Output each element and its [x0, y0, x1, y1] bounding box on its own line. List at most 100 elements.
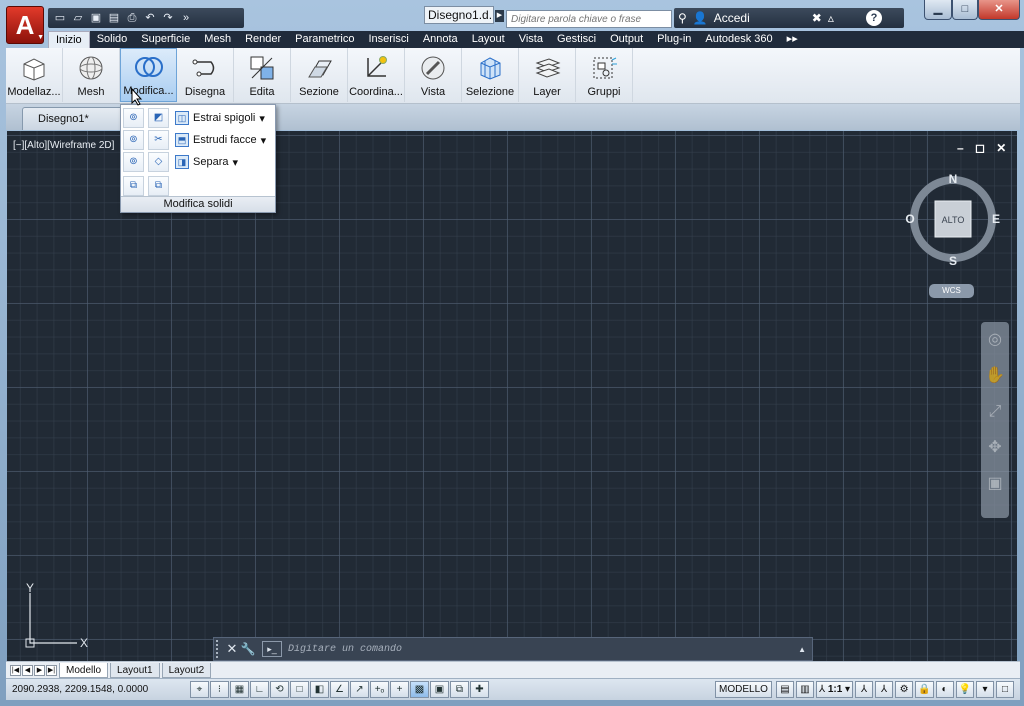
tab-vista[interactable]: Vista	[512, 31, 550, 48]
otrack-icon[interactable]: ∠	[330, 681, 349, 698]
tab-gestisci[interactable]: Gestisci	[550, 31, 603, 48]
tab-inserisci[interactable]: Inserisci	[361, 31, 415, 48]
quick-properties-icon[interactable]: ▣	[430, 681, 449, 698]
new-icon[interactable]: ▭	[52, 11, 68, 25]
exchange-icon[interactable]: ✖	[812, 11, 822, 25]
document-tab[interactable]: Disegno1*	[22, 107, 126, 130]
tab-layout2[interactable]: Layout2	[161, 662, 212, 678]
panel-disegna[interactable]: Disegna	[177, 48, 234, 102]
minimize-button[interactable]: ▁	[924, 0, 952, 20]
compass-east[interactable]: E	[992, 212, 1000, 226]
expand-search-icon[interactable]: ▶	[495, 10, 504, 22]
viewport-label[interactable]: [−][Alto][Wireframe 2D]	[13, 140, 114, 151]
interfere-button[interactable]: ⧉	[123, 176, 144, 196]
intersect-button[interactable]: ⊚	[123, 152, 144, 172]
panel-selezione[interactable]: Selezione	[462, 48, 519, 102]
last-layout-icon[interactable]: ▶|	[46, 664, 57, 676]
tab-inizio[interactable]: Inizio	[48, 31, 90, 48]
workspace-switch-icon[interactable]: ⚙	[895, 681, 914, 698]
saveas-icon[interactable]: ▤	[106, 11, 122, 25]
tab-output[interactable]: Output	[603, 31, 650, 48]
slice-button[interactable]: ✂	[148, 130, 169, 150]
grid-display-icon[interactable]: ▦	[230, 681, 249, 698]
save-icon[interactable]: ▣	[88, 11, 104, 25]
panel-edita[interactable]: Edita	[234, 48, 291, 102]
command-grip[interactable]	[216, 640, 224, 658]
viewcube[interactable]: ALTO N S E O	[905, 171, 1001, 268]
help-icon[interactable]: ?	[866, 10, 882, 26]
imprint-button[interactable]: ⧉	[148, 176, 169, 196]
redo-icon[interactable]: ↷	[160, 11, 176, 25]
first-layout-icon[interactable]: |◀	[10, 664, 21, 676]
panel-mesh[interactable]: Mesh	[63, 48, 120, 102]
union-button[interactable]: ⊚	[123, 108, 144, 128]
ortho-mode-icon[interactable]: ∟	[250, 681, 269, 698]
panel-gruppi[interactable]: Gruppi	[576, 48, 633, 102]
estrai-spigoli-item[interactable]: ◫ Estrai spigoli ▾	[175, 108, 265, 128]
coordinates-readout[interactable]: 2090.2938, 2209.1548, 0.0000	[6, 684, 182, 695]
clean-screen-icon[interactable]: □	[996, 681, 1014, 698]
lock-icon[interactable]: 🔒	[915, 681, 934, 698]
subtract-button[interactable]: ⊚	[123, 130, 144, 150]
signin-link[interactable]: Accedi	[714, 11, 750, 25]
search-input[interactable]	[506, 10, 672, 28]
annotation-visibility-icon[interactable]: ⅄	[855, 681, 874, 698]
tab-modello[interactable]: Modello	[59, 662, 109, 678]
binoculars-icon[interactable]: ⚲	[678, 11, 687, 25]
shell-button[interactable]: ◇	[148, 152, 169, 172]
panel-modellazione[interactable]: Modellaz...	[6, 48, 63, 102]
recent-commands-icon[interactable]: ▸_	[262, 641, 282, 657]
tab-layout1[interactable]: Layout1	[110, 662, 160, 678]
compass-west[interactable]: O	[905, 212, 914, 226]
open-icon[interactable]: ▱	[70, 11, 86, 25]
annotation-scale[interactable]: ⅄ 1:1 ▾	[815, 681, 854, 698]
customize-command-icon[interactable]: 🔧	[240, 642, 256, 656]
more-tabs-button[interactable]: ▸▸	[780, 31, 805, 48]
maximize-button[interactable]: □	[952, 0, 978, 20]
close-command-icon[interactable]: ✕	[224, 641, 240, 657]
object-snap-icon[interactable]: □	[290, 681, 309, 698]
tab-superficie[interactable]: Superficie	[134, 31, 197, 48]
command-input[interactable]	[288, 643, 788, 655]
next-layout-icon[interactable]: ▶	[34, 664, 45, 676]
dynamic-ucs-icon[interactable]: ↗	[350, 681, 369, 698]
zoom-icon[interactable]: ⤢	[981, 394, 1009, 430]
3d-osnap-icon[interactable]: ◧	[310, 681, 329, 698]
panel-layer[interactable]: Layer	[519, 48, 576, 102]
snap-mode-icon[interactable]: ⁝	[210, 681, 229, 698]
wcs-menu[interactable]: WCS	[929, 284, 974, 298]
triangle-icon[interactable]: ▵	[828, 11, 834, 25]
undo-icon[interactable]: ↶	[142, 11, 158, 25]
panel-sezione[interactable]: Sezione	[291, 48, 348, 102]
pan-icon[interactable]: ✋	[981, 358, 1009, 394]
dynamic-input-icon[interactable]: +ₒ	[370, 681, 389, 698]
tab-render[interactable]: Render	[238, 31, 288, 48]
user-icon[interactable]: 👤	[693, 11, 708, 25]
status-menu-icon[interactable]: ▾	[976, 681, 994, 698]
tab-solido[interactable]: Solido	[90, 31, 135, 48]
lineweight-icon[interactable]: +	[390, 681, 409, 698]
tab-autodesk-360[interactable]: Autodesk 360	[698, 31, 779, 48]
application-menu-button[interactable]: A ▼	[6, 6, 44, 44]
isolate-objects-icon[interactable]: 💡	[955, 681, 974, 698]
estrudi-facce-item[interactable]: ⬒ Estrudi facce ▾	[175, 130, 266, 150]
panel-coordinate[interactable]: Coordina...	[348, 48, 405, 102]
extrude-faces-button[interactable]: ◩	[148, 108, 169, 128]
orbit-icon[interactable]: ✥	[981, 430, 1009, 466]
panel-vista[interactable]: Vista	[405, 48, 462, 102]
panel-modifica[interactable]: Modifica...	[120, 48, 177, 102]
command-history-icon[interactable]: ▲	[798, 645, 806, 654]
tab-layout[interactable]: Layout	[465, 31, 512, 48]
compass-south[interactable]: S	[949, 254, 957, 268]
infer-constraints-icon[interactable]: ⌖	[190, 681, 209, 698]
transparency-icon[interactable]: ▩	[410, 681, 429, 698]
prev-layout-icon[interactable]: ◀	[22, 664, 33, 676]
viewport-controls[interactable]: – ◻ ✕	[957, 141, 1010, 155]
polar-tracking-icon[interactable]: ⟲	[270, 681, 289, 698]
steering-wheel-icon[interactable]: ◎	[981, 322, 1009, 358]
selection-cycling-icon[interactable]: ⧉	[450, 681, 469, 698]
auto-scale-icon[interactable]: ⅄	[875, 681, 894, 698]
quick-view-drawings-icon[interactable]: ▥	[795, 681, 814, 698]
tab-annota[interactable]: Annota	[416, 31, 465, 48]
model-space-toggle[interactable]: MODELLO	[715, 681, 772, 698]
